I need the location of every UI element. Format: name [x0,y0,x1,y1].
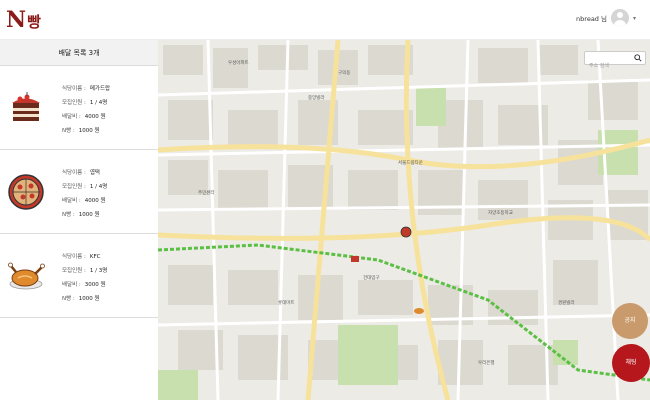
map-label: 롯데마트 [278,301,295,306]
chicken-icon [8,262,45,290]
members-value: 1 / 4명 [89,100,108,106]
avatar[interactable] [610,9,629,27]
members-label: 모집인원 : [62,100,86,106]
fee-value: 4000 원 [84,114,106,120]
logo-n: N [6,7,27,33]
top-header: N 빵 nbread 님 ▾ [0,0,650,40]
per-person-value: 1000 원 [78,212,100,218]
user-menu[interactable]: nbread 님 ▾ [576,9,636,27]
map-label: 서울드림타운 [398,161,423,166]
map-label: 건대입구 [363,276,380,281]
restaurant-label: 식당이름 : [62,86,86,92]
fee-value: 4000 원 [84,198,106,204]
fee-label: 배달비 : [62,282,81,288]
delivery-card[interactable]: 식당이름 : 엽떡 모집인원 :1 / 4명 배달비 :4000 원 N빵 :10… [0,150,158,234]
user-name: nbread 님 [576,15,607,23]
per-person-value: 1000 원 [78,128,100,134]
search-input[interactable] [585,60,633,72]
per-person-label: N빵 : [62,296,75,302]
chat-button[interactable]: 채팅 [612,344,650,382]
map-label: 자양초등학교 [488,211,513,216]
fee-value: 3000 원 [84,282,106,288]
map-label: 우리은행 [478,361,495,366]
map-canvas[interactable] [158,40,650,400]
delivery-card[interactable]: 식당이름 : 메가드랍 모집인원 :1 / 4명 배달비 :4000 원 N빵 :… [0,66,158,150]
cake-icon [12,92,40,121]
map-label: 우성아파트 [228,61,249,66]
fee-label: 배달비 : [62,198,81,204]
per-person-value: 1000 원 [78,296,100,302]
logo-text: 빵 [27,13,41,31]
restaurant-label: 식당이름 : [62,170,86,176]
delivery-list-panel: 배달 목록 3개 식당이름 : 메가드랍 모집인원 :1 / 4명 배달비 :40… [0,40,158,400]
delivery-list-title: 배달 목록 3개 [0,40,158,66]
members-label: 모집인원 : [62,268,86,274]
delivery-card[interactable]: 식당이름 : KFC 모집인원 :1 / 3명 배달비 :3000 원 N빵 :1… [0,234,158,318]
app-logo[interactable]: N 빵 [6,6,41,32]
members-value: 1 / 4명 [89,184,108,190]
pizza-icon [8,174,44,210]
restaurant-name: 메가드랍 [89,86,111,92]
map-label: 주민센터 [198,191,215,196]
per-person-label: N빵 : [62,212,75,218]
address-search[interactable] [584,51,646,72]
map-label: 구의동 [338,71,351,76]
restaurant-name: KFC [89,254,101,260]
map-label: 경원빌라 [558,301,575,306]
restaurant-label: 식당이름 : [62,254,86,260]
members-label: 모집인원 : [62,184,86,190]
map-view[interactable]: 우성아파트 중앙빌라 서울드림타운 구의동 주민센터 자양초등학교 건대입구 롯… [158,40,650,400]
chevron-down-icon[interactable]: ▾ [633,15,636,22]
notice-button[interactable]: 공지 [612,303,648,339]
map-label: 중앙빌라 [308,96,325,101]
members-value: 1 / 3명 [89,268,108,274]
restaurant-name: 엽떡 [89,170,100,176]
fee-label: 배달비 : [62,114,81,120]
per-person-label: N빵 : [62,128,75,134]
search-icon[interactable] [634,54,642,62]
